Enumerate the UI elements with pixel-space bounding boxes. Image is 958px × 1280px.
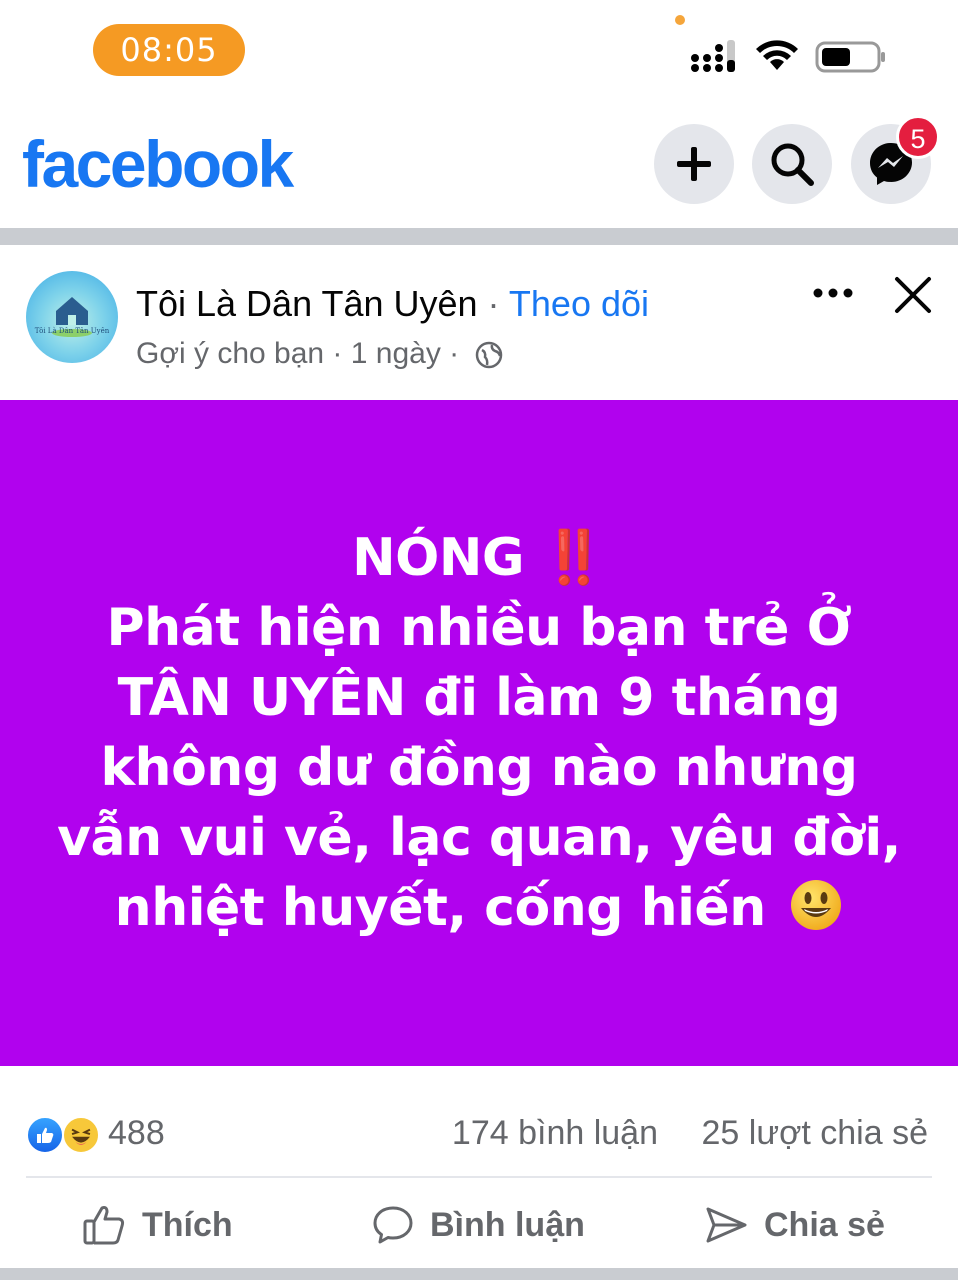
post-content[interactable]: NÓNG ‼️ Phát hiện nhiều bạn trẻ Ở TÂN UY… <box>0 400 958 1066</box>
share-button[interactable]: Chia sẻ <box>704 1200 885 1250</box>
post-line-5: vẫn vui vẻ, lạc quan, yêu đời, <box>57 808 901 868</box>
post-line-6-text: nhiệt huyết, cống hiến <box>114 878 767 938</box>
search-button[interactable] <box>752 124 832 204</box>
share-arrow-icon <box>706 1207 747 1243</box>
wifi-icon <box>756 40 798 70</box>
close-icon[interactable] <box>893 275 933 315</box>
app-header: facebook <box>0 100 958 228</box>
post-actions: Thích Bình luận Chia sẻ <box>0 1178 958 1268</box>
feed-divider-bottom <box>0 1268 958 1280</box>
post-headline: NÓNG <box>352 528 525 588</box>
post-line-3: TÂN UYÊN đi làm 9 tháng <box>117 668 841 728</box>
reactions-count[interactable]: 488 <box>108 1114 165 1153</box>
comment-button[interactable]: Bình luận <box>372 1200 585 1250</box>
smiley-emoji-icon <box>791 880 842 930</box>
share-label: Chia sẻ <box>764 1205 885 1244</box>
shares-count[interactable]: 25 lượt chia sẻ <box>702 1114 929 1153</box>
page-name[interactable]: Tôi Là Dân Tân Uyên <box>136 283 478 324</box>
plus-icon <box>677 147 711 181</box>
create-post-button[interactable] <box>654 124 734 204</box>
post-header: Tôi Là Dân Tân Uyên Tôi Là Dân Tân Uyên … <box>0 245 958 400</box>
post-meta: Gợi ý cho bạn · 1 ngày · <box>136 337 504 371</box>
house-icon <box>52 297 92 337</box>
search-icon <box>771 143 814 186</box>
messenger-badge: 5 <box>896 115 940 159</box>
status-bar: 08:05 <box>0 0 958 100</box>
facebook-logo[interactable]: facebook <box>22 126 294 202</box>
post-line-2: Phát hiện nhiều bạn trẻ Ở <box>106 598 852 658</box>
like-reaction-icon[interactable] <box>26 1116 64 1154</box>
feed-divider <box>0 228 958 245</box>
post-line-1: NÓNG ‼️ <box>14 523 944 593</box>
battery-icon <box>815 41 885 73</box>
page-name-line: Tôi Là Dân Tân Uyên · Theo dõi <box>136 283 649 325</box>
post-line-4: không dư đồng nào nhưng <box>100 738 858 798</box>
haha-reaction-icon[interactable] <box>62 1116 100 1154</box>
post-text: NÓNG ‼️ Phát hiện nhiều bạn trẻ Ở TÂN UY… <box>14 523 944 943</box>
like-button[interactable]: Thích <box>82 1200 233 1250</box>
comment-label: Bình luận <box>430 1205 585 1244</box>
more-options-icon[interactable] <box>812 283 854 303</box>
page-avatar[interactable]: Tôi Là Dân Tân Uyên <box>26 271 118 363</box>
globe-icon <box>475 341 502 369</box>
privacy-indicator-dot <box>675 15 685 25</box>
thumbs-up-outline-icon <box>83 1206 125 1245</box>
comment-icon <box>373 1206 413 1244</box>
cellular-signal-icon <box>691 40 735 72</box>
post-line-6: nhiệt huyết, cống hiến <box>14 873 944 943</box>
follow-button[interactable]: Theo dõi <box>509 283 649 324</box>
avatar-logo-text: Tôi Là Dân Tân Uyên <box>34 327 110 335</box>
reactions-bar: 488 174 bình luận 25 lượt chia sẻ <box>0 1066 958 1176</box>
double-exclamation-emoji: ‼️ <box>541 528 607 588</box>
post-meta-text: Gợi ý cho bạn · 1 ngày · <box>136 337 460 370</box>
name-separator: · <box>487 283 500 324</box>
like-label: Thích <box>142 1205 233 1244</box>
status-time: 08:05 <box>93 24 245 76</box>
comments-count[interactable]: 174 bình luận <box>452 1114 658 1153</box>
thumbs-up-icon <box>37 1127 54 1143</box>
